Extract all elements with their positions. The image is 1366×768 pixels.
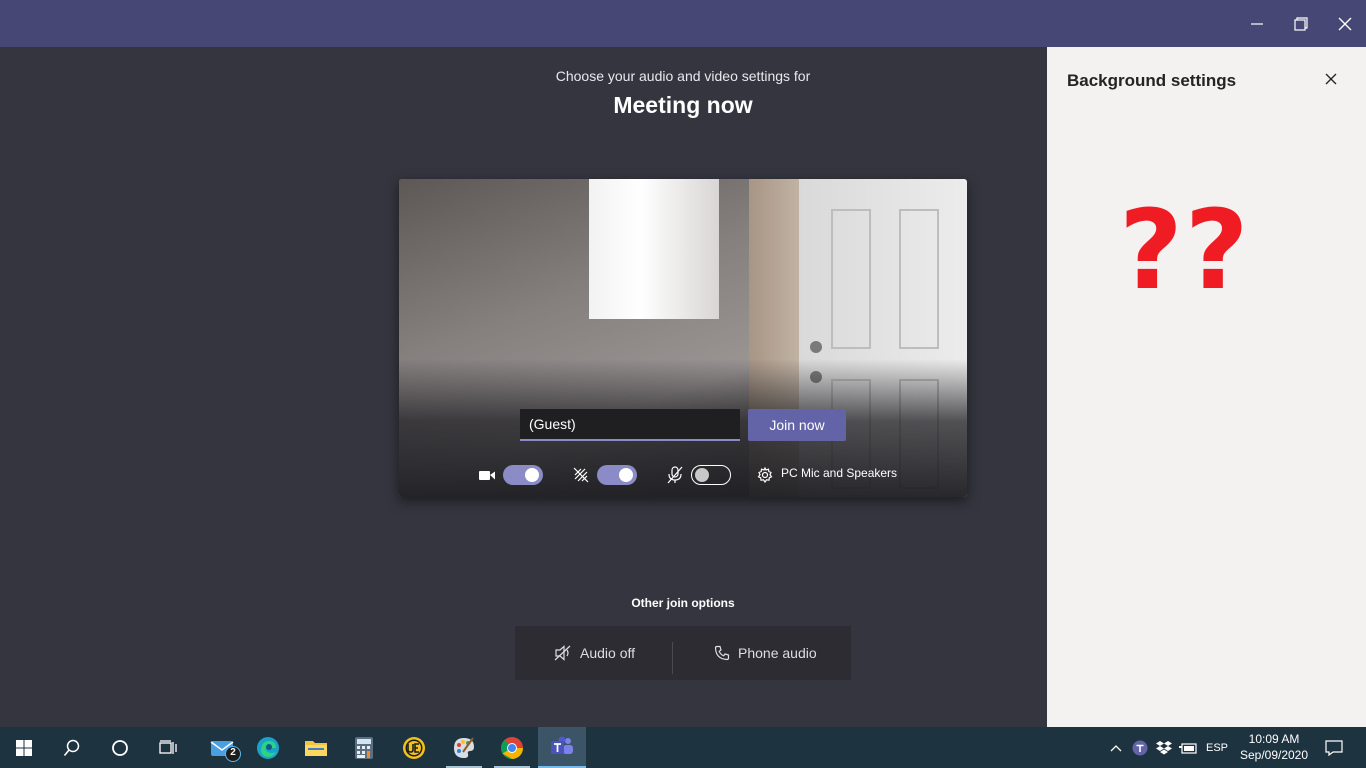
search-button[interactable]: [48, 727, 96, 768]
join-now-button[interactable]: Join now: [748, 409, 846, 441]
gear-icon[interactable]: [755, 465, 775, 485]
background-blur-icon: [571, 465, 591, 485]
minimize-button[interactable]: [1234, 0, 1280, 47]
file-explorer-app[interactable]: [292, 727, 340, 768]
restore-icon: [1294, 16, 1308, 31]
device-controls: PC Mic and Speakers: [399, 463, 967, 487]
close-icon: [1325, 73, 1337, 85]
mail-badge-count: 2: [230, 747, 236, 758]
restore-button[interactable]: [1278, 0, 1324, 47]
palette-icon: [454, 736, 474, 758]
task-view-icon: [159, 739, 177, 754]
battery-tray-icon[interactable]: [1177, 727, 1199, 768]
notification-icon: [1325, 739, 1343, 756]
clock-time: 10:09 AM: [1248, 732, 1300, 746]
audio-off-option[interactable]: Audio off: [554, 626, 635, 680]
door-knob: [810, 341, 822, 353]
dropbox-tray-icon[interactable]: [1153, 727, 1175, 768]
cortana-icon: [112, 739, 128, 756]
clock-date: Sep/09/2020: [1239, 748, 1309, 762]
show-hidden-icons-button[interactable]: [1106, 727, 1126, 768]
calculator-icon: [355, 736, 373, 759]
chrome-icon: [501, 736, 523, 759]
edge-icon: [257, 736, 279, 759]
title-bar: [0, 0, 1366, 47]
teams-tray-icon[interactable]: [1129, 727, 1151, 768]
video-preview: Join now PC Mic and Speakers: [399, 179, 967, 497]
teams-app[interactable]: [538, 727, 586, 768]
guest-name-input[interactable]: [520, 409, 740, 441]
calculator-app[interactable]: [340, 727, 388, 768]
mail-badge: 2: [225, 746, 241, 767]
close-window-button[interactable]: [1322, 0, 1366, 47]
clock[interactable]: 10:09 AM Sep/09/2020: [1236, 731, 1312, 763]
background-settings-panel: Background settings ??: [1047, 47, 1366, 727]
teams-icon: [551, 736, 573, 754]
camera-feed-window: [589, 179, 719, 319]
door-panel: [899, 209, 939, 349]
phone-audio-option[interactable]: Phone audio: [714, 626, 817, 680]
close-icon: [1338, 17, 1352, 30]
cortana-button[interactable]: [96, 727, 144, 768]
action-center-button[interactable]: [1320, 727, 1348, 768]
camera-icon: [477, 465, 497, 485]
audio-device-label[interactable]: PC Mic and Speakers: [781, 466, 897, 480]
chrome-app[interactable]: [488, 727, 536, 768]
audio-off-label: Audio off: [580, 645, 636, 661]
background-blur-toggle[interactable]: [597, 465, 637, 485]
microphone-toggle[interactable]: [691, 465, 731, 485]
other-join-options: Audio off Phone audio: [515, 626, 851, 680]
panel-title: Background settings: [1067, 71, 1237, 90]
taskbar: ESP 10:09 AM Sep/09/2020: [0, 727, 1366, 768]
edge-app[interactable]: [244, 727, 292, 768]
teams-icon: [1132, 740, 1148, 755]
question-marks-annotation: ??: [1119, 186, 1251, 314]
minimize-icon: [1251, 22, 1263, 25]
chevron-up-icon: [1110, 744, 1122, 751]
mic-off-icon: [665, 465, 685, 485]
speaker-off-icon: [554, 645, 571, 661]
task-view-button[interactable]: [144, 727, 192, 768]
options-divider: [672, 642, 673, 674]
windows-logo-icon: [16, 739, 32, 756]
ultraedit-icon: [403, 736, 425, 759]
close-panel-button[interactable]: [1321, 69, 1341, 89]
ultraedit-app[interactable]: [390, 727, 438, 768]
door-panel: [831, 209, 871, 349]
camera-toggle[interactable]: [503, 465, 543, 485]
phone-audio-label: Phone audio: [738, 645, 817, 661]
start-button[interactable]: [0, 727, 48, 768]
input-language[interactable]: ESP: [1203, 727, 1231, 768]
paint-app[interactable]: [440, 727, 488, 768]
battery-icon: [1179, 742, 1197, 754]
phone-icon: [714, 645, 730, 661]
folder-icon: [305, 740, 327, 756]
dropbox-icon: [1156, 740, 1172, 754]
search-icon: [63, 739, 80, 756]
